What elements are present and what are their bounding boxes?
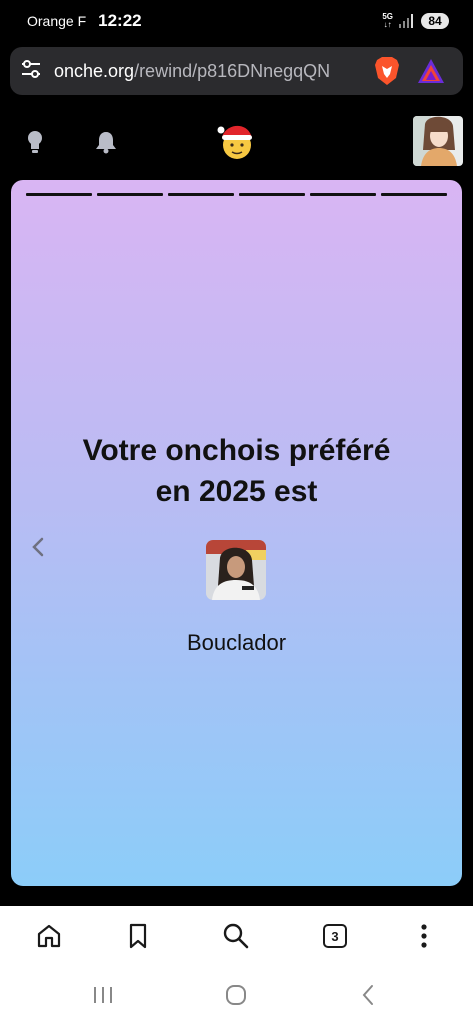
- tabs-icon[interactable]: 3: [315, 918, 355, 954]
- progress-segment: [168, 193, 234, 196]
- bookmark-icon[interactable]: [118, 918, 158, 954]
- back-icon[interactable]: [348, 982, 388, 1008]
- browser-toolbar: 3: [0, 906, 473, 966]
- bell-icon[interactable]: [93, 128, 119, 156]
- network-icon: 5G ↓↑: [382, 12, 393, 29]
- chevron-left-icon[interactable]: [27, 535, 49, 559]
- story-progress-bar: [26, 193, 447, 196]
- lightbulb-icon[interactable]: [22, 128, 48, 156]
- home-circle-icon[interactable]: [216, 982, 256, 1008]
- search-icon[interactable]: [216, 918, 256, 954]
- favorite-user-avatar: [206, 540, 266, 600]
- status-indicators: 5G ↓↑ 84: [382, 13, 449, 29]
- progress-segment: [26, 193, 92, 196]
- url-path: /rewind/p816DNnegqQN: [134, 60, 331, 81]
- progress-segment: [239, 193, 305, 196]
- brave-rewards-icon[interactable]: [416, 56, 446, 86]
- home-icon[interactable]: [29, 918, 69, 954]
- brave-lion-icon[interactable]: [372, 55, 402, 87]
- tabs-count: 3: [323, 924, 347, 948]
- url-text[interactable]: onche.org/rewind/p816DNnegqQN: [54, 61, 364, 82]
- favorite-user-name: Bouclador: [186, 630, 287, 655]
- battery-indicator: 84: [421, 13, 449, 29]
- address-bar[interactable]: onche.org/rewind/p816DNnegqQN: [10, 47, 463, 95]
- tune-icon[interactable]: [20, 58, 42, 85]
- carrier-label: Orange F: [27, 13, 87, 29]
- recents-icon[interactable]: [83, 982, 123, 1008]
- user-avatar[interactable]: [413, 116, 463, 166]
- clock: 12:22: [98, 11, 142, 30]
- progress-segment: [310, 193, 376, 196]
- progress-segment: [97, 193, 163, 196]
- santa-emoji-icon[interactable]: [216, 120, 256, 162]
- more-icon[interactable]: [404, 918, 444, 954]
- signal-icon: [399, 14, 413, 28]
- url-domain: onche.org: [54, 60, 135, 81]
- system-navigation-bar: [0, 966, 473, 1024]
- status-bar: Orange F 12:22 5G ↓↑ 84: [0, 0, 473, 42]
- progress-segment: [381, 193, 447, 196]
- rewind-story-card[interactable]: Votre onchois préféré en 2025 est Boucla…: [11, 180, 462, 886]
- story-title: Votre onchois préféré en 2025 est: [82, 434, 391, 508]
- site-nav: [0, 110, 473, 170]
